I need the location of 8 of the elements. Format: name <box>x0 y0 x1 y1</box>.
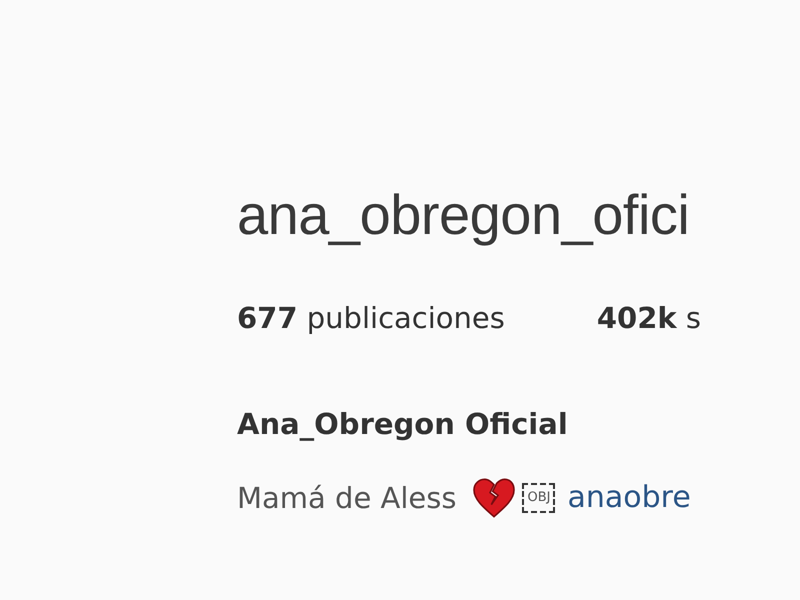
bio-text: Mamá de Aless <box>237 480 456 517</box>
username: ana_obregon_ofici <box>237 182 690 248</box>
full-name: Ana_Obregon Oficial <box>237 406 569 443</box>
stat-count[interactable]: 677 publicaciones <box>237 298 505 338</box>
profile-link[interactable]: anaobre <box>567 476 691 520</box>
stat-count[interactable]: 402k s <box>596 298 702 338</box>
broken-heart-icon <box>472 478 516 518</box>
placeholder-glyph: OBJ <box>522 483 556 513</box>
